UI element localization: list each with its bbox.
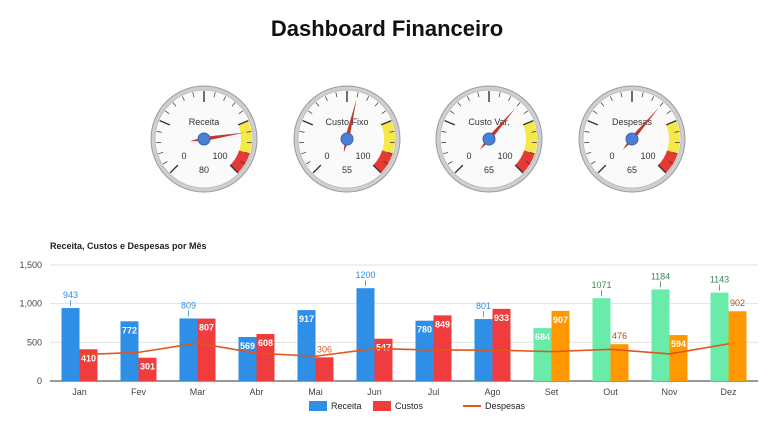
legend: Receita Custos Despesas <box>309 401 526 411</box>
data-label-receita: 809 <box>181 300 196 310</box>
line-point-despesas <box>196 342 199 344</box>
data-label-receita: 917 <box>299 314 314 324</box>
line-despesas <box>79 342 729 358</box>
x-tick-label: Ago <box>484 387 500 397</box>
x-tick-label: Out <box>603 387 618 397</box>
data-label-custos: 849 <box>435 319 450 329</box>
data-label-custos: 608 <box>258 338 273 348</box>
legend-swatch <box>309 401 327 411</box>
data-label-custos: 301 <box>140 362 155 372</box>
data-label-receita: 1200 <box>355 270 375 280</box>
legend-swatch <box>373 401 391 411</box>
bar-receita <box>592 298 611 381</box>
data-label-receita: 801 <box>476 301 491 311</box>
data-label-receita: 1143 <box>710 275 729 285</box>
x-tick-label: Mai <box>308 387 323 397</box>
bar-receita <box>710 292 729 381</box>
line-point-despesas <box>550 350 553 353</box>
x-tick-label: Jan <box>72 387 87 397</box>
data-label-custos: 902 <box>730 298 745 308</box>
y-tick-label: 1,000 <box>19 299 42 309</box>
bar-receita <box>61 308 80 381</box>
data-label-receita: 1071 <box>591 280 611 290</box>
data-label-receita: 780 <box>417 325 432 335</box>
bar-receita <box>651 289 670 381</box>
x-tick-label: Abr <box>249 387 263 397</box>
y-tick-label: 1,500 <box>19 260 42 270</box>
legend-label: Receita <box>331 401 362 411</box>
line-point-despesas <box>373 347 376 350</box>
legend-label: Custos <box>395 401 424 411</box>
x-tick-label: Jul <box>428 387 440 397</box>
data-label-receita: 569 <box>240 341 255 351</box>
data-label-custos: 476 <box>612 331 627 341</box>
y-tick-label: 0 <box>37 376 42 386</box>
line-point-despesas <box>727 343 730 345</box>
data-label-receita: 772 <box>122 325 137 335</box>
data-label-receita: 684 <box>535 332 550 342</box>
line-point-despesas <box>255 352 258 354</box>
line-point-despesas <box>668 353 671 355</box>
bar-custos <box>728 311 747 381</box>
bar-receita <box>356 288 375 381</box>
line-point-despesas <box>137 351 140 354</box>
line-point-despesas <box>432 349 435 351</box>
x-tick-label: Nov <box>661 387 678 397</box>
data-label-custos: 594 <box>671 339 686 349</box>
x-tick-label: Fev <box>131 387 147 397</box>
line-point-despesas <box>491 349 494 351</box>
bar-custos <box>315 357 334 381</box>
legend-label: Despesas <box>485 401 526 411</box>
data-label-custos: 306 <box>317 344 332 354</box>
bar-receita <box>179 318 198 381</box>
line-point-despesas <box>609 348 612 351</box>
x-tick-label: Dez <box>720 387 737 397</box>
data-label-custos: 547 <box>376 343 391 353</box>
data-label-receita: 1184 <box>651 271 670 281</box>
line-point-despesas <box>78 353 81 356</box>
line-point-despesas <box>314 355 317 358</box>
financial-chart: Receita, Custos e Despesas por Mês 0 500 1,… <box>19 241 758 411</box>
data-label-custos: 907 <box>553 315 568 325</box>
x-tick-label: Jun <box>367 387 382 397</box>
data-label-receita: 943 <box>63 290 78 300</box>
y-tick-label: 500 <box>27 337 42 347</box>
data-label-custos: 933 <box>494 313 509 323</box>
x-tick-label: Mar <box>190 387 206 397</box>
chart-title: Receita, Custos e Despesas por Mês <box>50 241 207 251</box>
x-tick-label: Set <box>545 387 559 397</box>
data-label-custos: 807 <box>199 323 214 333</box>
